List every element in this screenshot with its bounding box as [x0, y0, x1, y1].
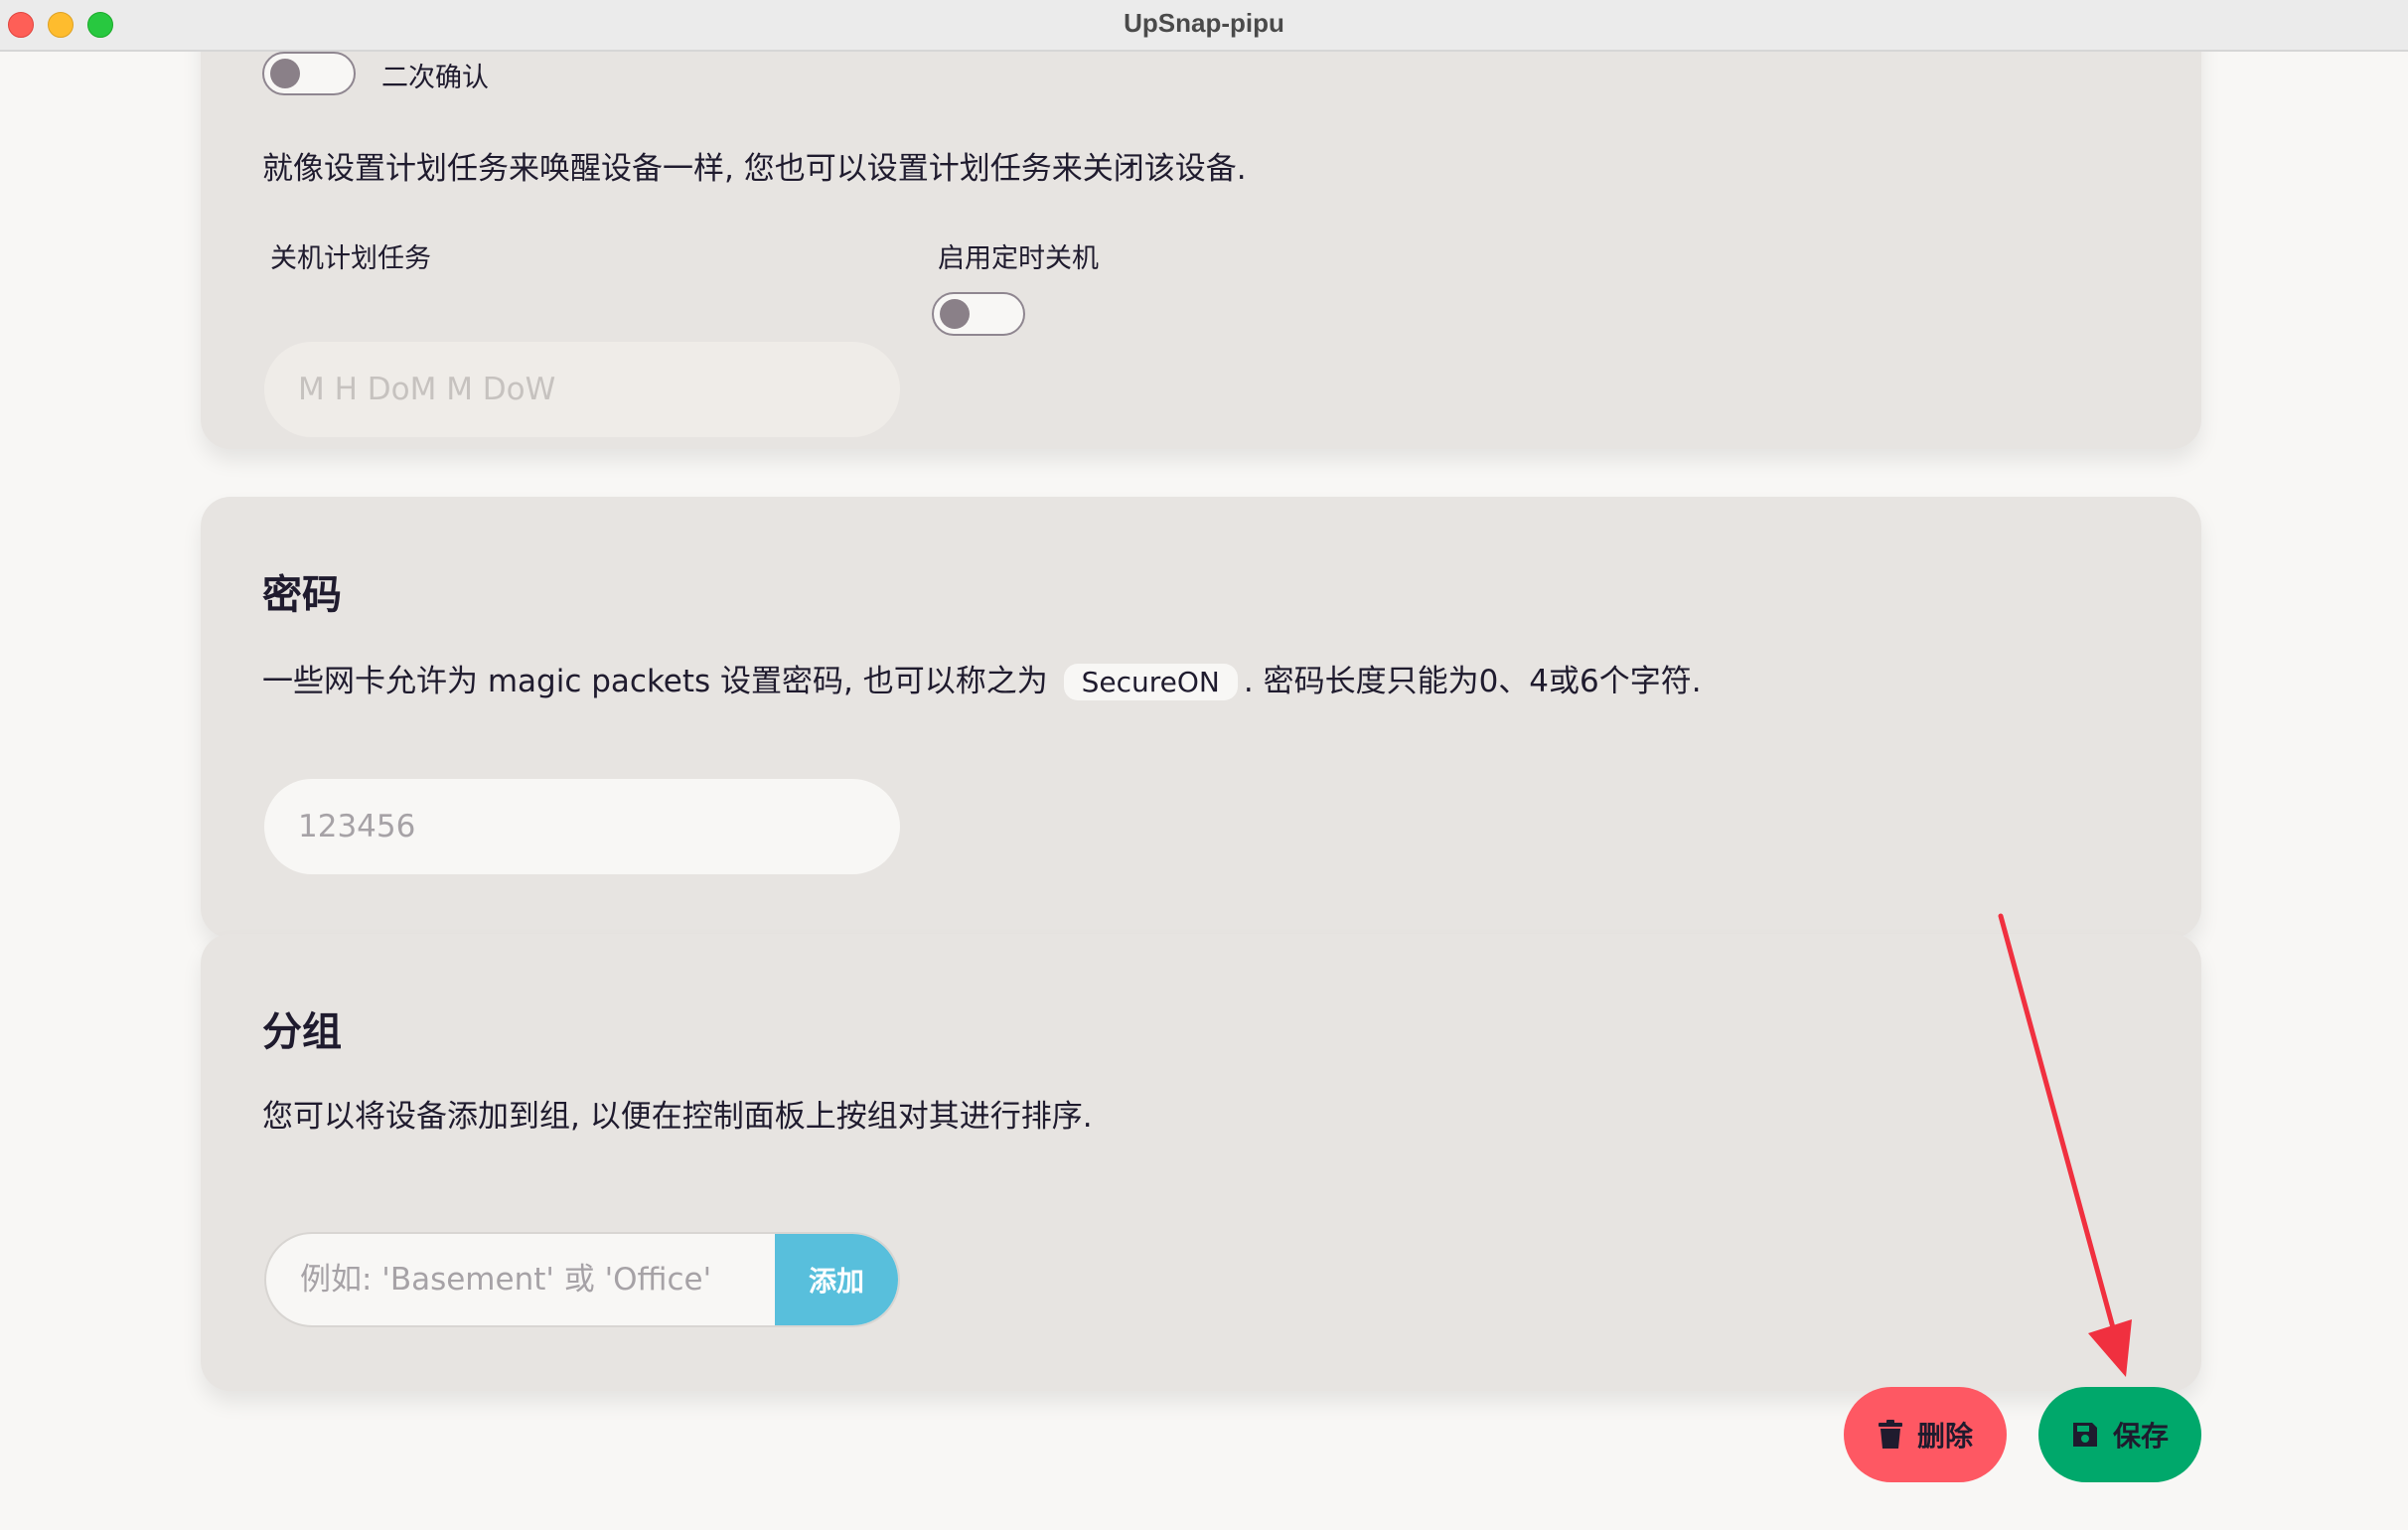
cron-label: 关机计划任务	[270, 243, 431, 274]
group-description: 您可以将设备添加到组, 以便在控制面板上按组对其进行排序.	[262, 1099, 1093, 1135]
shutdown-description: 就像设置计划任务来唤醒设备一样, 您也可以设置计划任务来关闭该设备.	[262, 151, 1247, 187]
password-title: 密码	[262, 572, 342, 618]
enable-shutdown-label: 启用定时关机	[938, 243, 1099, 274]
toggle-knob	[270, 59, 300, 88]
group-input-wrapper: 添加	[264, 1232, 900, 1327]
main-content: 二次确认 就像设置计划任务来唤醒设备一样, 您也可以设置计划任务来关闭该设备. …	[0, 52, 2408, 1530]
password-description: 一些网卡允许为 magic packets 设置密码, 也可以称之为 Secur…	[262, 656, 1702, 700]
shutdown-card: 二次确认 就像设置计划任务来唤醒设备一样, 您也可以设置计划任务来关闭该设备. …	[201, 52, 2201, 449]
save-button-label: 保存	[2112, 1420, 2169, 1453]
save-button[interactable]: 保存	[2038, 1387, 2201, 1482]
confirm-toggle-label: 二次确认	[381, 63, 489, 93]
group-input[interactable]	[266, 1234, 777, 1325]
enable-shutdown-toggle[interactable]	[932, 292, 1025, 336]
delete-button[interactable]: 删除	[1844, 1387, 2007, 1482]
floppy-disk-icon	[2072, 1423, 2097, 1447]
add-group-button[interactable]: 添加	[775, 1234, 898, 1325]
secureon-code: SecureON	[1063, 664, 1238, 700]
group-title: 分组	[262, 1009, 342, 1055]
confirm-toggle[interactable]	[262, 52, 356, 95]
delete-button-label: 删除	[1916, 1420, 1973, 1453]
password-card: 密码 一些网卡允许为 magic packets 设置密码, 也可以称之为 Se…	[201, 497, 2201, 938]
password-description-before: 一些网卡允许为 magic packets 设置密码, 也可以称之为	[262, 664, 1048, 699]
password-description-after: . 密码长度只能为0、4或6个字符.	[1243, 664, 1702, 699]
group-card: 分组 您可以将设备添加到组, 以便在控制面板上按组对其进行排序. 添加	[201, 934, 2201, 1391]
password-input[interactable]	[264, 779, 900, 874]
window-titlebar: UpSnap-pipu	[0, 0, 2408, 52]
shutdown-cron-input[interactable]	[264, 342, 900, 437]
trash-icon	[1878, 1420, 1902, 1449]
window-title: UpSnap-pipu	[1124, 8, 1284, 38]
toggle-knob	[940, 299, 970, 329]
